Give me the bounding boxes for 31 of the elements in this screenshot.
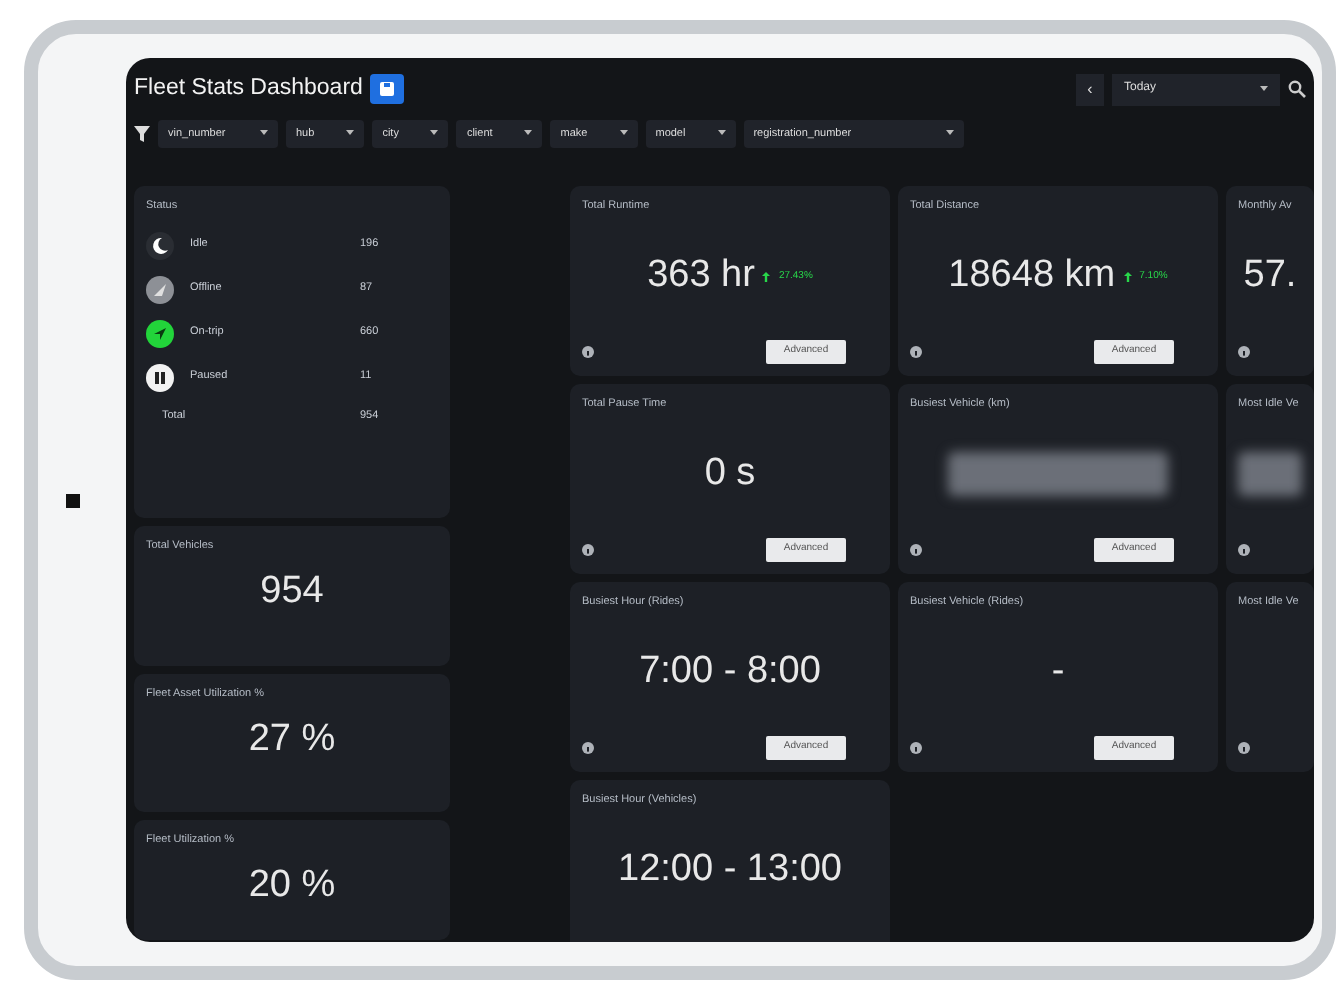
caret-icon [945,130,954,137]
metric-value: 57. [1243,252,1297,301]
metric-value: 363 hr [647,252,755,301]
caret-icon [1260,86,1268,93]
metric-value: 20 % [246,861,338,910]
up-arrow-icon [1123,271,1132,282]
blurred-value-placeholder [1238,452,1302,497]
paused-status-icon [146,363,174,392]
previous-button[interactable]: ‹ [1076,73,1104,106]
floppy-icon [380,82,395,97]
zoom-icon[interactable] [1288,80,1306,99]
ontrip-status-icon [146,319,174,348]
dashboard-title: Fleet Stats Dashboard [134,73,363,104]
metric-value: 0 s [704,450,756,499]
metric-value: 18648 km [948,252,1116,301]
metric-value: 954 [258,567,326,616]
metric-value: 27 % [246,715,338,764]
metric-value: 7:00 - 8:00 [639,648,821,697]
caret-icon [430,130,439,137]
metric-value: - [1051,648,1065,697]
caret-icon [619,130,628,137]
save-button[interactable] [370,74,405,105]
metric-value: 12:00 - 13:00 [618,846,842,895]
up-arrow-icon [762,271,771,282]
caret-icon [346,130,355,137]
caret-icon [717,130,726,137]
caret-icon [524,130,533,137]
caret-icon [260,130,268,137]
offline-status-icon [146,275,174,304]
idle-status-icon [146,231,174,260]
filter-icon [134,125,150,142]
